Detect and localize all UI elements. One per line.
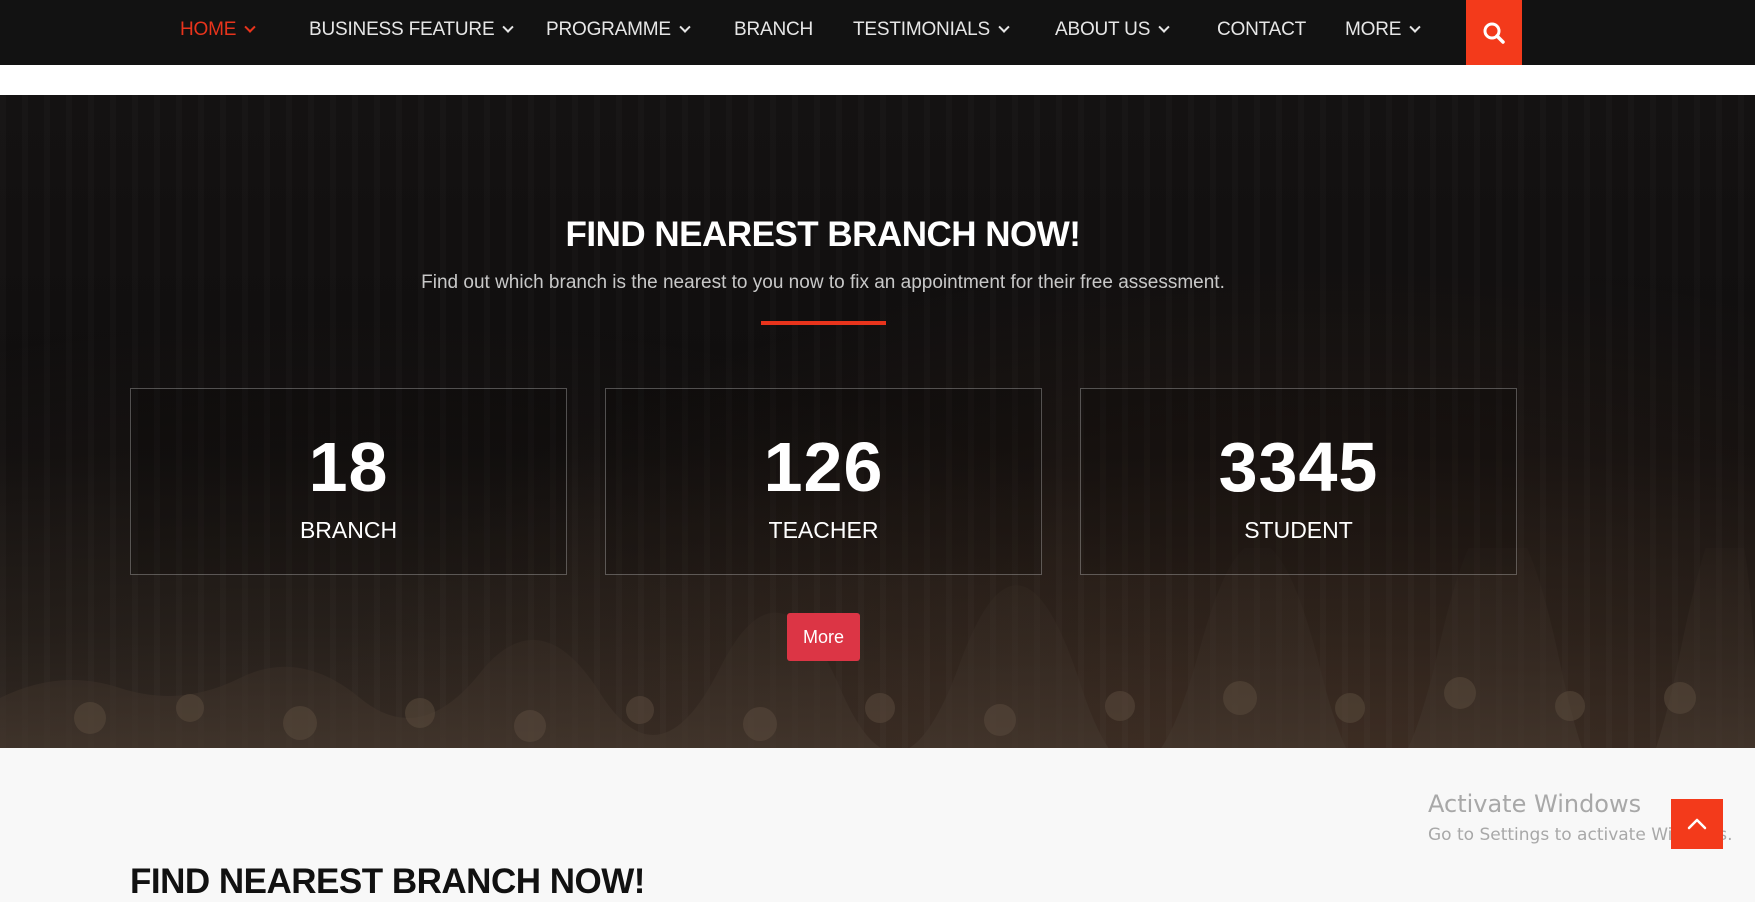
section-title: FIND NEAREST BRANCH NOW! <box>565 215 1081 254</box>
next-section-title: FIND NEAREST BRANCH NOW! <box>130 862 645 901</box>
nav-item-label: BRANCH <box>734 19 814 40</box>
chevron-down-icon <box>244 21 256 33</box>
scroll-to-top-button[interactable] <box>1671 799 1723 849</box>
stat-label: BRANCH <box>299 517 398 543</box>
branch-hero-section: FIND NEAREST BRANCH NOW! Find out which … <box>0 95 1755 748</box>
top-navbar: HOME BUSINESS FEATURE PROGRAMME BRANCH T… <box>0 0 1755 65</box>
nav-item-testimonials[interactable]: TESTIMONIALS <box>853 0 1010 60</box>
search-button[interactable] <box>1466 0 1522 65</box>
nav-item-label: PROGRAMME <box>546 19 671 40</box>
stat-value: 3345 <box>1218 428 1379 506</box>
stat-value: 126 <box>763 428 884 506</box>
header-spacer <box>0 65 1755 95</box>
chevron-down-icon <box>679 21 691 33</box>
nav-item-about-us[interactable]: ABOUT US <box>1055 0 1170 60</box>
windows-activation-title: Activate Windows <box>1428 790 1642 818</box>
section-subtitle: Find out which branch is the nearest to … <box>421 272 1225 293</box>
nav-item-label: CONTACT <box>1217 19 1307 40</box>
title-underline <box>761 321 886 325</box>
stat-card-branch: 18 BRANCH <box>130 388 567 575</box>
nav-item-label: TESTIMONIALS <box>853 19 990 40</box>
nav-item-branch[interactable]: BRANCH <box>734 0 813 60</box>
chevron-down-icon <box>502 21 515 33</box>
nav-item-more[interactable]: MORE <box>1345 0 1421 60</box>
chevron-up-icon <box>1687 818 1707 830</box>
stat-card-teacher: 126 TEACHER <box>605 388 1042 575</box>
search-icon <box>1483 22 1505 44</box>
chevron-down-icon <box>1158 21 1170 33</box>
nav-item-label: MORE <box>1345 19 1402 40</box>
nav-item-label: HOME <box>180 19 237 40</box>
nav-item-contact[interactable]: CONTACT <box>1217 0 1306 60</box>
nav-item-label: BUSINESS FEATURE <box>309 19 495 40</box>
more-button[interactable]: More <box>787 613 860 661</box>
stat-card-student: 3345 STUDENT <box>1080 388 1517 575</box>
stat-label: TEACHER <box>768 517 879 543</box>
stat-value: 18 <box>308 428 389 506</box>
chevron-down-icon <box>998 21 1010 33</box>
nav-item-label: ABOUT US <box>1055 19 1151 40</box>
stat-label: STUDENT <box>1244 517 1353 543</box>
chevron-down-icon <box>1409 21 1421 33</box>
nav-item-programme[interactable]: PROGRAMME <box>546 0 691 60</box>
crowd-background-image <box>0 548 1755 748</box>
nav-item-home[interactable]: HOME <box>180 0 256 60</box>
nav-item-business-feature[interactable]: BUSINESS FEATURE <box>309 0 515 60</box>
